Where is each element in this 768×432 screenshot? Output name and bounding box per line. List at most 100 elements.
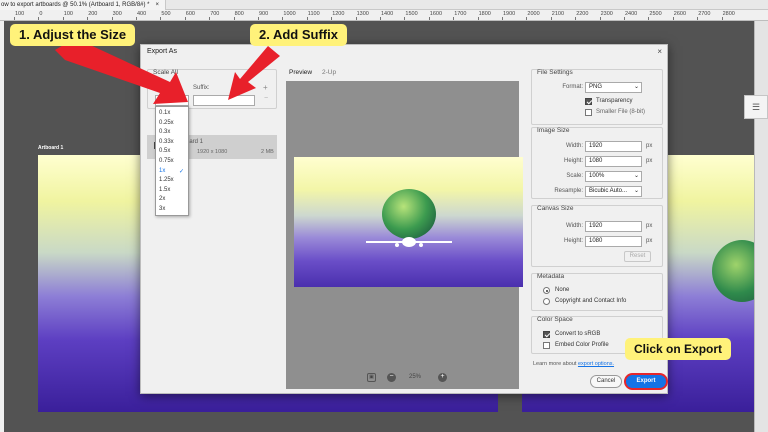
size-option-label: 1.5x xyxy=(159,186,171,193)
canvas-height-input[interactable]: 1080 xyxy=(585,236,642,247)
resample-select[interactable]: Bicubic Auto... ⌄ xyxy=(585,186,642,197)
canvas-width-input[interactable]: 1920 xyxy=(585,221,642,232)
convert-srgb-checkbox[interactable] xyxy=(543,331,550,338)
ruler-tick xyxy=(380,17,381,20)
preview-image xyxy=(294,157,523,287)
tab-preview[interactable]: Preview xyxy=(289,69,312,76)
preview-area[interactable] xyxy=(286,81,523,389)
ruler-label: 800 xyxy=(234,11,244,17)
export-options-link[interactable]: export options. xyxy=(578,361,614,367)
size-option[interactable]: 3x xyxy=(159,206,187,212)
suffix-input[interactable] xyxy=(193,95,255,106)
ruler-tick xyxy=(14,17,15,20)
embed-profile-checkbox[interactable] xyxy=(543,342,550,349)
ruler-tick xyxy=(404,17,406,20)
ruler-tick xyxy=(526,17,528,20)
ruler-label: 1500 xyxy=(405,11,418,17)
ruler-tick xyxy=(136,17,137,20)
px-unit: px xyxy=(646,143,653,149)
export-button[interactable]: Export xyxy=(626,375,666,388)
document-tab-bar: ow to export artboards @ 50.1% (Artboard… xyxy=(0,0,768,10)
format-select-value: PNG xyxy=(589,84,603,90)
metadata-copyright-radio[interactable] xyxy=(543,298,550,305)
ruler-tick xyxy=(599,17,601,20)
ruler-label: 600 xyxy=(185,11,195,17)
metadata-copyright-label: Copyright and Contact Info xyxy=(555,298,627,304)
height-label: Height: xyxy=(563,158,583,164)
size-option[interactable]: 0.25x xyxy=(159,120,187,126)
dialog-title: Export As xyxy=(147,48,177,55)
px-unit: px xyxy=(646,223,653,229)
ruler-tick xyxy=(575,17,577,20)
size-option[interactable]: 0.3x xyxy=(159,129,187,135)
canvas-height-label: Height: xyxy=(563,238,583,244)
right-tools-panel xyxy=(754,21,768,432)
size-option[interactable]: 0.1x xyxy=(159,110,187,116)
airplane-icon xyxy=(366,237,452,247)
size-option-label: 0.25x xyxy=(159,119,174,126)
export-as-dialog: Export As × Scale All Size: Suffix: 1x ⌄ … xyxy=(140,44,668,394)
format-select[interactable]: PNG ⌄ xyxy=(585,82,642,93)
size-option[interactable]: 0.5x xyxy=(159,148,187,154)
smaller-file-checkbox[interactable] xyxy=(585,109,592,116)
ruler-label: 2400 xyxy=(625,11,638,17)
ruler-label: 400 xyxy=(137,11,147,17)
ruler-tick xyxy=(355,17,357,20)
ruler-label: 300 xyxy=(112,11,122,17)
size-option[interactable]: 0.75x xyxy=(159,158,187,164)
resample-select-value: Bicubic Auto... xyxy=(589,188,628,194)
size-option[interactable]: 0.33x xyxy=(159,139,187,145)
image-width-input[interactable]: 1920 xyxy=(585,141,642,152)
metadata-none-radio[interactable] xyxy=(543,287,550,294)
ruler-label: 1300 xyxy=(356,11,369,17)
close-tab-icon[interactable]: × xyxy=(156,2,160,8)
ruler-tick xyxy=(306,17,308,20)
ruler-label: 2500 xyxy=(649,11,662,17)
metadata-heading: Metadata xyxy=(537,273,565,280)
reset-button[interactable]: Reset xyxy=(624,251,651,262)
cancel-button[interactable]: Cancel xyxy=(590,375,622,388)
fit-screen-icon[interactable]: ▣ xyxy=(367,373,376,382)
ruler-label: 100 xyxy=(63,11,73,17)
document-tab[interactable]: ow to export artboards @ 50.1% (Artboard… xyxy=(0,0,167,10)
scale-select[interactable]: 100% ⌄ xyxy=(585,171,642,182)
ruler-tick xyxy=(258,17,259,20)
smaller-file-label: Smaller File (8-bit) xyxy=(596,109,646,115)
size-option-label: 2x xyxy=(159,196,166,203)
ruler-label: 0 xyxy=(39,11,43,17)
step2-callout: 2. Add Suffix xyxy=(250,24,347,46)
width-label: Width: xyxy=(565,143,583,149)
suffix-label: Suffix: xyxy=(193,85,210,91)
close-icon[interactable]: × xyxy=(657,47,662,56)
size-label: Size: xyxy=(156,85,170,91)
size-option-label: 1.25x xyxy=(159,177,174,184)
tab-2-up[interactable]: 2-Up xyxy=(322,69,336,76)
image-height-input[interactable]: 1080 xyxy=(585,156,642,167)
convert-srgb-label: Convert to sRGB xyxy=(555,331,601,337)
remove-scale-icon[interactable]: − xyxy=(264,95,268,102)
size-option-label: 0.75x xyxy=(159,158,174,164)
ruler-label: 2300 xyxy=(600,11,613,17)
zoom-in-icon[interactable]: + xyxy=(438,373,447,382)
properties-panel-button[interactable]: ☰ xyxy=(744,95,768,119)
ruler-label: 1200 xyxy=(332,11,345,17)
size-option[interactable]: 1.5x xyxy=(159,187,187,193)
step3-callout: Click on Export xyxy=(625,338,732,360)
size-select[interactable]: 1x ⌄ xyxy=(155,95,189,106)
sliders-icon: ☰ xyxy=(752,102,761,112)
ruler-tick xyxy=(209,17,211,20)
canvas-width-label: Width: xyxy=(565,223,583,229)
artboard-label[interactable]: Artboard 1 xyxy=(38,145,63,151)
size-option[interactable]: 1x ✓ xyxy=(159,168,187,175)
embed-profile-label: Embed Color Profile xyxy=(555,342,609,348)
ruler-tick xyxy=(111,17,113,20)
zoom-out-icon[interactable]: − xyxy=(387,373,396,382)
ruler-label: 1900 xyxy=(503,11,516,17)
step1-callout: 1. Adjust the Size xyxy=(10,24,136,46)
add-scale-icon[interactable]: + xyxy=(263,83,268,92)
learn-more-label: Learn more about xyxy=(533,361,577,367)
ruler-tick xyxy=(721,17,723,20)
transparency-checkbox[interactable] xyxy=(585,98,592,105)
size-option[interactable]: 1.25x xyxy=(159,177,187,183)
size-option[interactable]: 2x xyxy=(159,196,187,202)
